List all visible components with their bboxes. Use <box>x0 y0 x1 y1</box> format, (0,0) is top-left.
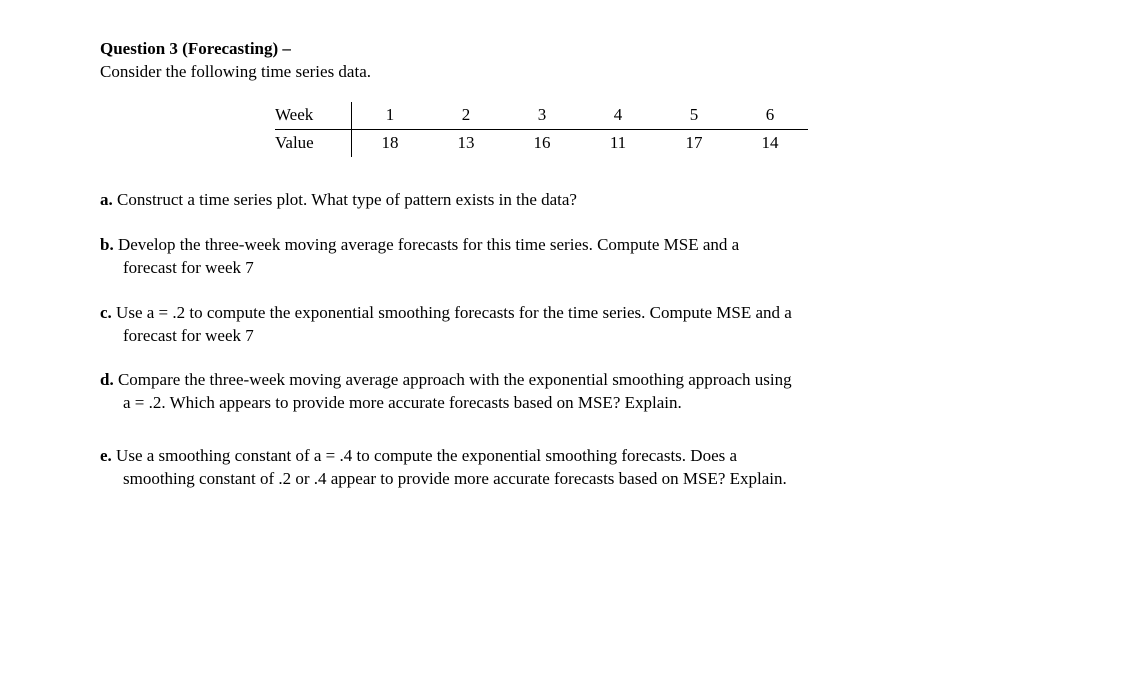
table-cell: 16 <box>504 129 580 156</box>
table-cell: 3 <box>504 102 580 129</box>
table-cell: 5 <box>656 102 732 129</box>
part-text: Use a smoothing constant of a = .4 to co… <box>112 446 737 465</box>
table-cell: 2 <box>428 102 504 129</box>
table-row: Week 1 2 3 4 5 6 <box>275 102 808 129</box>
table-row: Value 18 13 16 11 17 14 <box>275 129 808 156</box>
table-cell: 18 <box>352 129 429 156</box>
part-b: b. Develop the three-week moving average… <box>100 234 1025 280</box>
part-text: Compare the three-week moving average ap… <box>114 370 792 389</box>
question-title: Question 3 (Forecasting) – <box>100 39 291 58</box>
part-d: d. Compare the three-week moving average… <box>100 369 1025 415</box>
part-text: Construct a time series plot. What type … <box>113 190 577 209</box>
table-cell: 14 <box>732 129 808 156</box>
table-cell: 17 <box>656 129 732 156</box>
part-label: d. <box>100 370 114 389</box>
table-cell: 4 <box>580 102 656 129</box>
data-table-wrap: Week 1 2 3 4 5 6 Value 18 13 16 11 17 14 <box>275 102 1025 157</box>
part-c: c. Use a = .2 to compute the exponential… <box>100 302 1025 348</box>
part-label: e. <box>100 446 112 465</box>
part-label: b. <box>100 235 114 254</box>
part-e: e. Use a smoothing constant of a = .4 to… <box>100 445 1025 491</box>
part-a: a. Construct a time series plot. What ty… <box>100 189 1025 212</box>
part-label: c. <box>100 303 112 322</box>
part-text-cont: forecast for week 7 <box>100 325 1025 348</box>
part-text: Use a = .2 to compute the exponential sm… <box>112 303 792 322</box>
part-text-cont: a = .2. Which appears to provide more ac… <box>100 392 1025 415</box>
part-text-cont: smoothing constant of .2 or .4 appear to… <box>100 468 1025 491</box>
row-label: Week <box>275 102 352 129</box>
table-cell: 13 <box>428 129 504 156</box>
part-text: Develop the three-week moving average fo… <box>114 235 740 254</box>
part-label: a. <box>100 190 113 209</box>
question-intro: Consider the following time series data. <box>100 61 1025 84</box>
row-label: Value <box>275 129 352 156</box>
part-text-cont: forecast for week 7 <box>100 257 1025 280</box>
table-cell: 11 <box>580 129 656 156</box>
question-header: Question 3 (Forecasting) – Consider the … <box>100 38 1025 84</box>
table-cell: 1 <box>352 102 429 129</box>
table-cell: 6 <box>732 102 808 129</box>
time-series-table: Week 1 2 3 4 5 6 Value 18 13 16 11 17 14 <box>275 102 808 157</box>
